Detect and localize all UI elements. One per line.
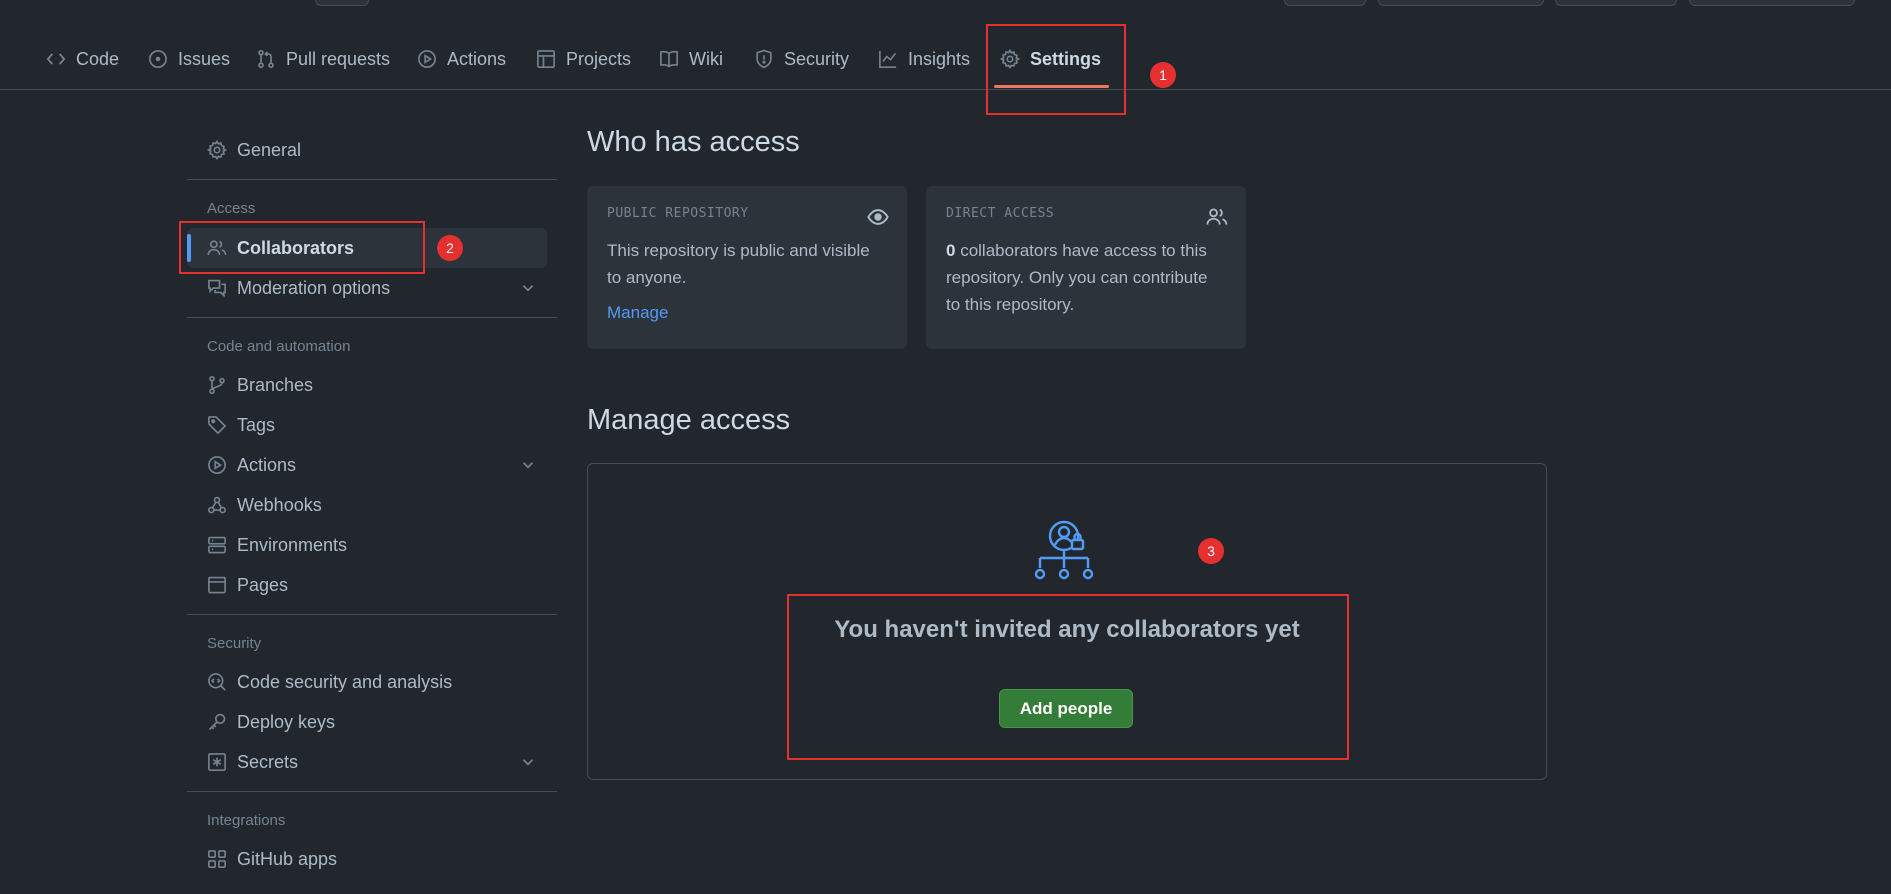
tab-label: Insights [908,48,971,69]
card-text: This repository is public and visible to… [607,241,870,287]
sidebar-heading-integrations: Integrations [207,812,286,829]
play-icon [207,455,227,475]
tab-issues[interactable]: Issues [148,28,230,90]
who-has-access-title: Who has access [587,126,800,158]
annotation-box-collaborators [179,221,425,274]
sidebar-item-github-apps[interactable]: GitHub apps [187,839,547,879]
apps-icon [207,849,227,869]
gear-icon [207,140,227,160]
issue-opened-icon [148,49,168,69]
shield-icon [754,49,774,69]
direct-access-card: DIRECT ACCESS 0 collaborators have acces… [926,186,1246,349]
git-branch-icon [207,375,227,395]
card-label: PUBLIC REPOSITORY [607,206,749,221]
book-icon [659,49,679,69]
server-icon [207,535,227,555]
annotation-badge: 3 [1198,538,1224,564]
tab-label: Issues [178,48,231,69]
sidebar-item-pages[interactable]: Pages [187,565,547,605]
tab-projects[interactable]: Projects [536,28,631,90]
codescan-icon [207,672,227,692]
card-text-rest: collaborators have access to this reposi… [946,241,1208,314]
cropped-header [0,0,1891,8]
card-label: DIRECT ACCESS [946,206,1055,221]
sidebar-heading-access: Access [207,200,256,217]
chevron-down-icon [522,462,534,469]
sidebar-item-branches[interactable]: Branches [187,365,547,405]
sidebar-item-tags[interactable]: Tags [187,405,547,445]
tab-label: Security [784,48,850,69]
sidebar-item-webhooks[interactable]: Webhooks [187,485,547,525]
sidebar-item-secrets[interactable]: Secrets [187,742,547,782]
browser-icon [207,575,227,595]
repo-nav: Code Issues Pull requests Actions Projec… [0,28,1891,90]
header-button[interactable] [1555,0,1677,6]
sidebar-item-label: Branches [237,374,314,395]
sidebar-item-label: GitHub apps [237,848,338,869]
sidebar-item-label: Code security and analysis [237,671,453,692]
sidebar-item-actions[interactable]: Actions [187,445,547,485]
key-asterisk-icon [207,752,227,772]
sidebar-item-moderation[interactable]: Moderation options [187,268,547,308]
sidebar-divider [187,791,557,792]
header-button[interactable] [1284,0,1366,6]
sidebar-item-label: Webhooks [237,494,322,515]
manage-link[interactable]: Manage [607,303,668,323]
sidebar-item-deploy-keys[interactable]: Deploy keys [187,702,547,742]
sidebar-item-code-security[interactable]: Code security and analysis [187,662,547,702]
key-icon [207,712,227,732]
chevron-down-icon [522,759,534,766]
visibility-badge [315,0,369,6]
annotation-box-settings [986,24,1126,115]
comment-discussion-icon [207,278,227,298]
sidebar-item-label: Secrets [237,751,299,772]
tab-label: Pull requests [286,48,391,69]
webhook-icon [207,495,227,515]
sidebar-divider [187,179,557,180]
sidebar-item-label: Pages [237,574,289,595]
tab-label: Wiki [689,48,723,69]
code-icon [46,49,66,69]
tab-label: Actions [447,48,507,69]
tab-label: Projects [566,48,632,69]
sidebar-item-label: Tags [237,414,276,435]
public-repository-card: PUBLIC REPOSITORY This repository is pub… [587,186,907,349]
manage-access-title: Manage access [587,404,791,436]
header-button[interactable] [1378,0,1544,6]
people-icon [1206,206,1228,228]
sidebar-item-general[interactable]: General [187,130,547,170]
sidebar-heading-security: Security [207,635,262,652]
tab-pull-requests[interactable]: Pull requests [256,28,390,90]
sidebar-item-environments[interactable]: Environments [187,525,547,565]
person-lock-org-icon [1034,520,1094,580]
git-pull-request-icon [256,49,276,69]
sidebar-heading-code-automation: Code and automation [207,338,351,355]
sidebar-item-label: Deploy keys [237,711,336,732]
header-button[interactable] [1689,0,1855,6]
sidebar-divider [187,317,557,318]
sidebar-item-label: Moderation options [237,277,391,298]
sidebar-divider [187,614,557,615]
play-icon [417,49,437,69]
sidebar-item-label: Environments [237,534,348,555]
tab-actions[interactable]: Actions [417,28,506,90]
tab-code[interactable]: Code [46,28,119,90]
annotation-badge: 2 [437,235,463,261]
annotation-badge: 1 [1150,62,1176,88]
annotation-box-empty-state [787,594,1349,760]
tab-security[interactable]: Security [754,28,849,90]
sidebar-item-label: General [237,139,302,160]
eye-icon [867,206,889,228]
tab-label: Code [76,48,120,69]
table-icon [536,49,556,69]
tab-wiki[interactable]: Wiki [659,28,723,90]
tab-insights[interactable]: Insights [878,28,970,90]
sidebar-item-label: Actions [237,454,297,475]
tag-icon [207,415,227,435]
chevron-down-icon [522,285,534,292]
card-text: 0 collaborators have access to this repo… [946,237,1226,318]
graph-icon [878,49,898,69]
